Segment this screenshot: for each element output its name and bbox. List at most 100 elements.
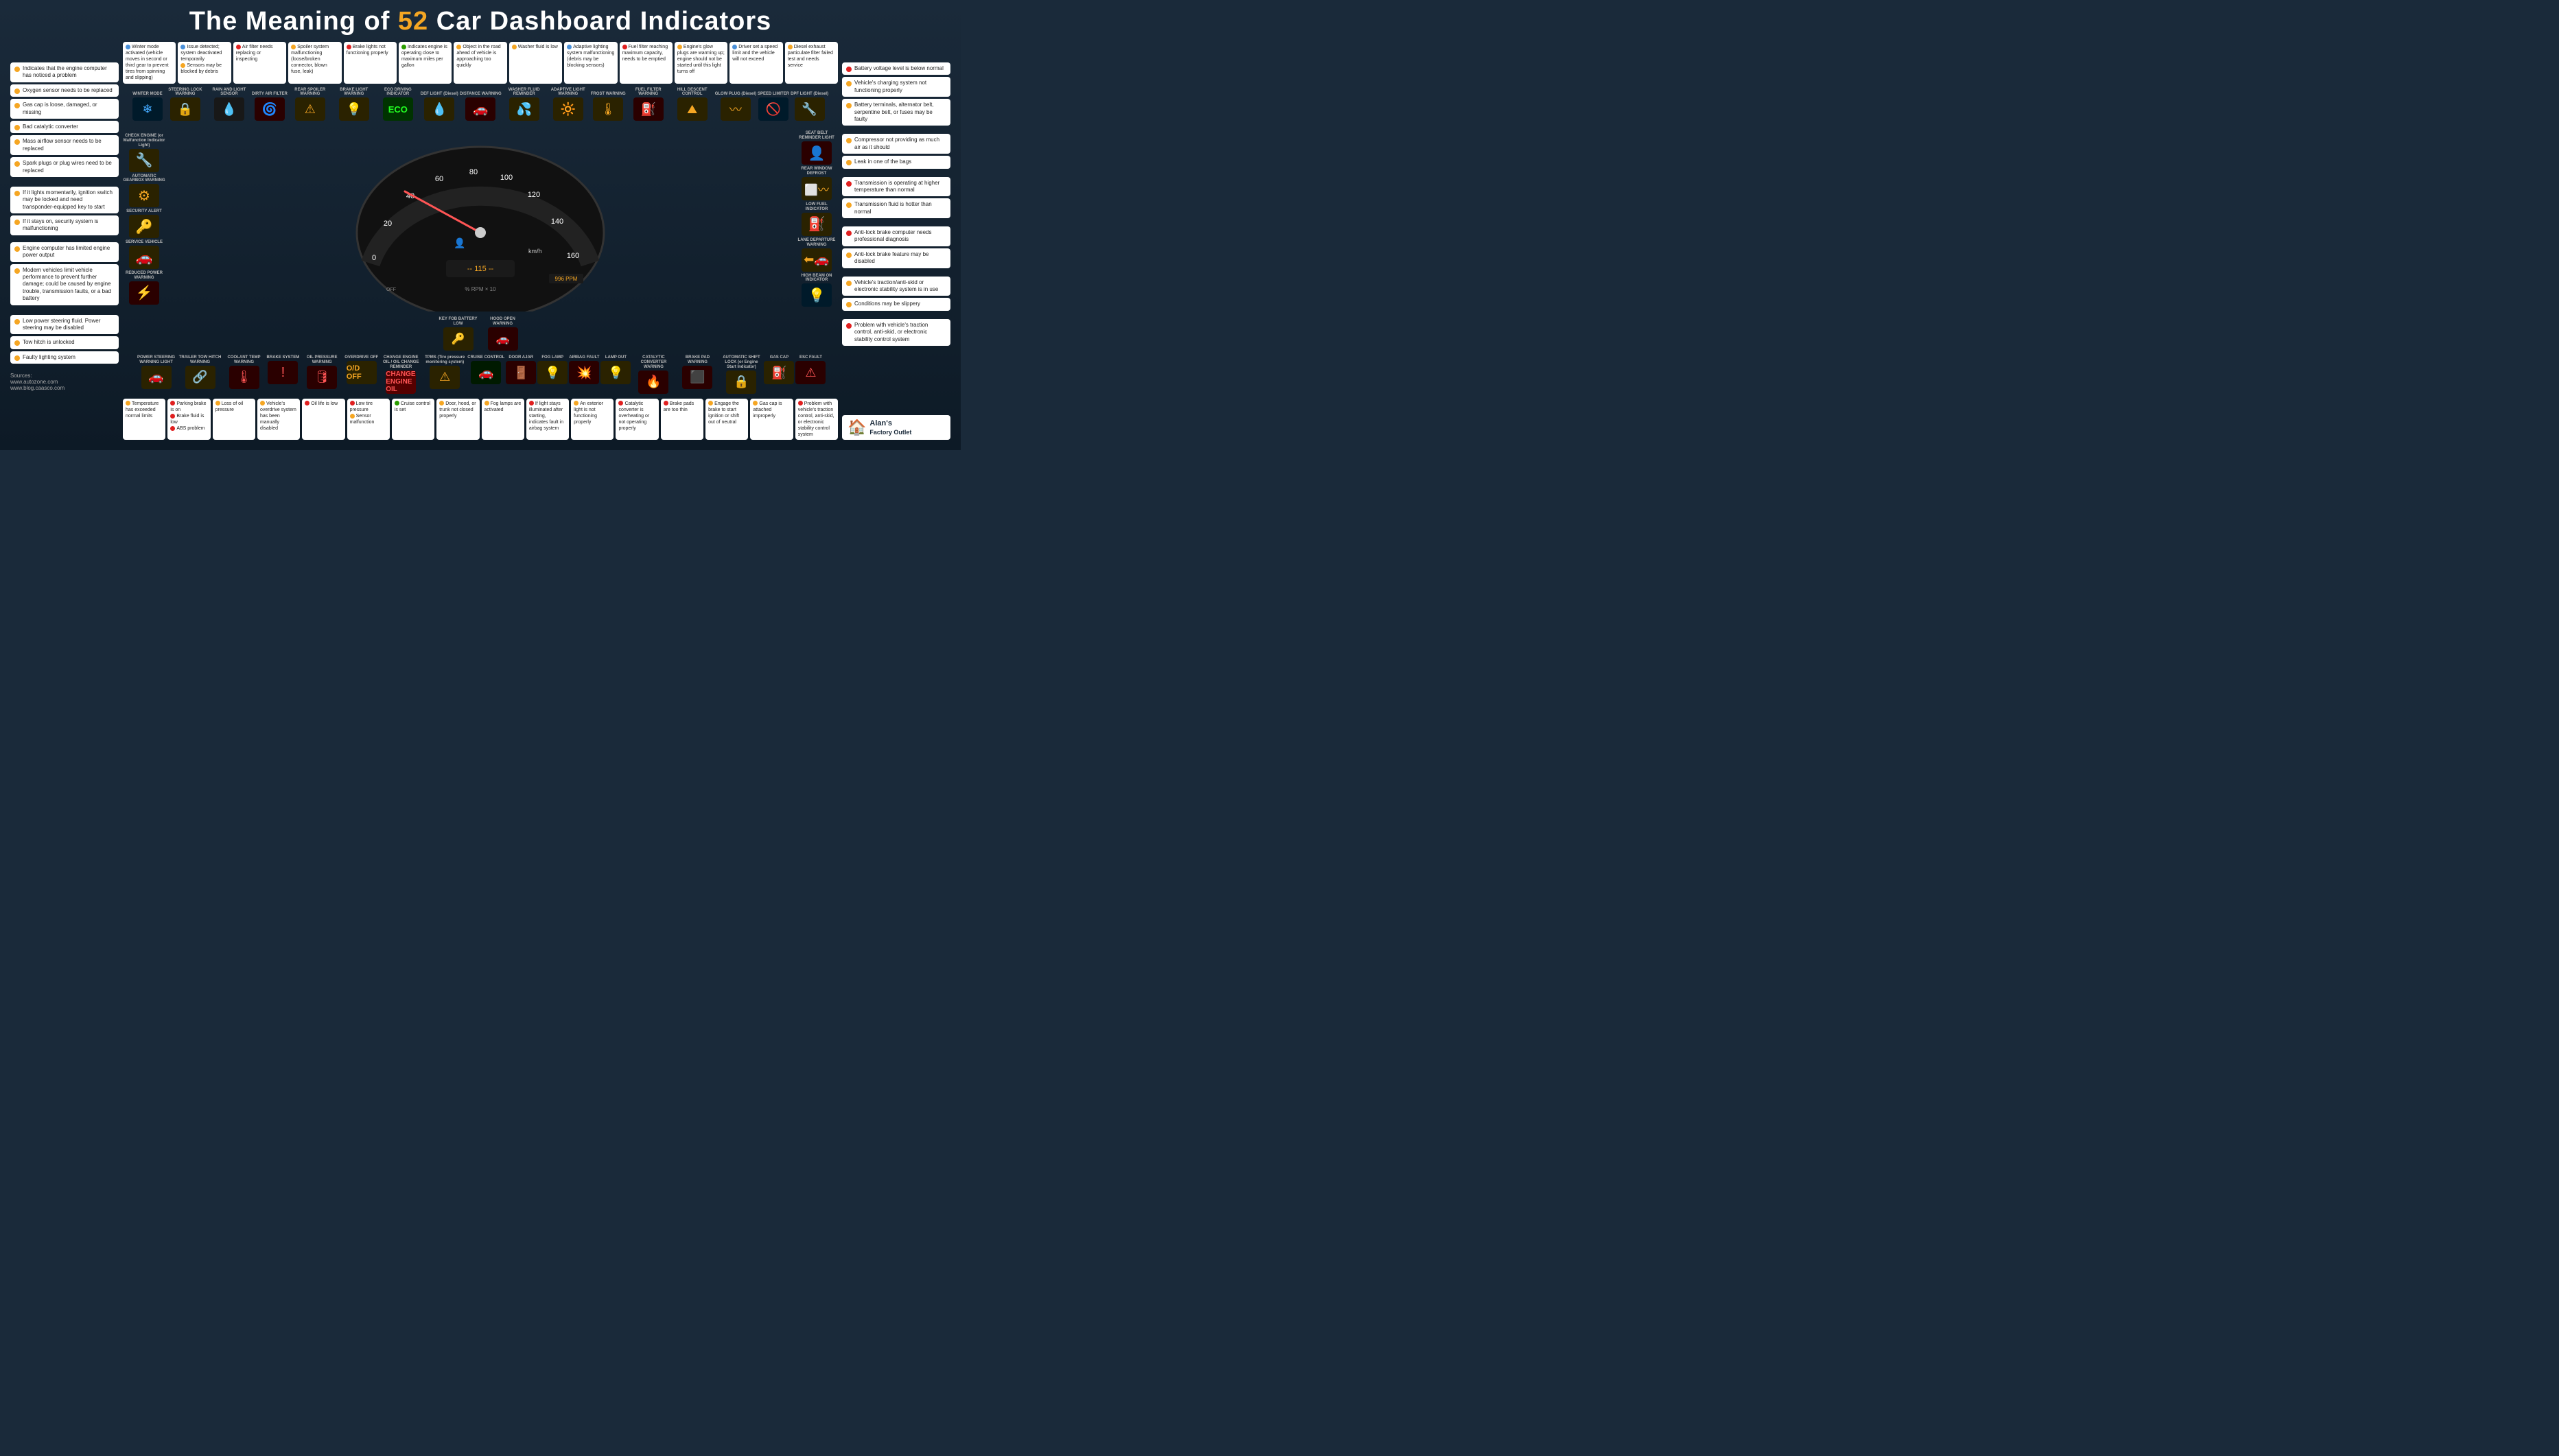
icon-seat-belt: SEAT BELT REMINDER LIGHT 👤 (795, 131, 838, 165)
icon-winter-mode: WINTER MODE ❄ (132, 92, 163, 121)
icon-rear-spoiler: REAR SPOILER WARNING ⚠ (289, 88, 331, 121)
icon-low-fuel: LOW FUEL INDICATOR ⛽ (795, 202, 838, 236)
svg-text:160: 160 (567, 252, 579, 260)
icon-lane-departure: LANE DEPARTURE WARNING ⬅🚗 (795, 238, 838, 272)
note-brake-pad: Brake pads are too thin (661, 399, 703, 441)
icon-adaptive-light: ADAPTIVE LIGHT WARNING 🔆 (547, 88, 589, 121)
top-icon-row: WINTER MODE ❄ STEERING LOCK WARNING 🔒 RA… (123, 88, 838, 121)
bottom-icon-row: POWER STEERING WARNING LIGHT 🚗 TRAILER T… (123, 355, 838, 394)
note-adaptive: Adaptive lighting system malfunctioning … (564, 42, 617, 84)
svg-text:-- 115 --: -- 115 -- (467, 265, 494, 273)
ann-battery-terminals: Battery terminals, alternator belt, serp… (842, 99, 950, 126)
right-annotations: Battery voltage level is below normal Ve… (842, 42, 950, 440)
center-dashboard: Winter mode activated (vehicle moves in … (123, 42, 838, 440)
icon-high-beam: HIGH BEAM ON INDICATOR 💡 (795, 274, 838, 307)
keyfob-row: KEY FOB BATTERY LOW 🔑 HOOD OPEN WARNING … (123, 317, 838, 351)
ann-esc-problem: Problem with vehicle's traction control,… (842, 319, 950, 346)
ann-ignition: If it lights momentarily, ignition switc… (10, 187, 119, 213)
icon-keyfob: KEY FOB BATTERY LOW 🔑 (437, 317, 480, 351)
ann-abs-feature: Anti-lock brake feature may be disabled (842, 248, 950, 268)
note-airbag: If light stays illuminated after startin… (526, 399, 569, 441)
icon-trailer-tow: TRAILER TOW HITCH WARNING 🔗 (179, 355, 222, 394)
icon-airbag-fault: AIRBAG FAULT 💥 (569, 355, 599, 394)
logo-icon: 🏠 (848, 419, 866, 436)
speedometer-svg: 0 20 40 60 80 100 120 140 160 km/h (350, 126, 611, 312)
ann-tow-hitch: Tow hitch is unlocked (10, 336, 119, 349)
ann-check-engine: Indicates that the engine computer has n… (10, 62, 119, 82)
ann-charging-system: Vehicle's charging system not functionin… (842, 77, 950, 97)
svg-text:100: 100 (500, 174, 513, 182)
ann-power-steering: Low power steering fluid. Power steering… (10, 315, 119, 335)
ann-security-system: If it stays on, security system is malfu… (10, 215, 119, 235)
ann-compressor: Compressor not providing as much air as … (842, 134, 950, 154)
icon-auto-shift-lock: AUTOMATIC SHIFT LOCK (or Engine Start In… (720, 355, 762, 394)
note-esc: Problem with vehicle's traction control,… (795, 399, 838, 441)
main-container: The Meaning of 52 Car Dashboard Indicato… (0, 0, 961, 450)
icon-cruise-control: CRUISE CONTROL 🚗 (467, 355, 504, 394)
svg-text:60: 60 (435, 175, 443, 183)
icon-washer-fluid: WASHER FLUID REMINDER 💦 (503, 88, 546, 121)
note-washer: Washer fluid is low (509, 42, 562, 84)
icon-security-alert: SECURITY ALERT 🔑 (123, 209, 165, 238)
note-cruise: Cruise control is set (392, 399, 434, 441)
svg-text:km/h: km/h (528, 248, 542, 255)
icon-esc-fault: ESC FAULT ⚠ (795, 355, 826, 394)
icon-brake-pad: BRAKE PAD WARNING ⬛ (676, 355, 718, 394)
icon-gas-cap: GAS CAP ⛽ (764, 355, 794, 394)
note-distance: Object in the road ahead of vehicle is a… (454, 42, 506, 84)
icon-glow-plug: GLOW PLUG (Diesel) 〰 (715, 92, 756, 121)
icon-lamp-out: LAMP OUT 💡 (600, 355, 631, 394)
note-brake-light: Brake lights not functioning properly (344, 42, 397, 84)
svg-text:996 PPM: 996 PPM (555, 276, 578, 282)
note-airfilter: Air filter needs replacing or inspecting (233, 42, 286, 84)
ann-spark-plugs: Spark plugs or plug wires need to be rep… (10, 157, 119, 177)
svg-text:20: 20 (384, 220, 392, 228)
note-glow-plug: Engine's glow plugs are warming up; engi… (675, 42, 727, 84)
note-speed-limiter: Driver set a speed limit and the vehicle… (729, 42, 782, 84)
note-spoiler: Spoiler system malfunctioning (loose/bro… (288, 42, 341, 84)
icon-eco: ECO DRIVING INDICATOR ECO (377, 88, 419, 121)
page-title: The Meaning of 52 Car Dashboard Indicato… (10, 7, 950, 36)
logo-text: Alan's Factory Outlet (869, 419, 911, 436)
icon-oil-pressure: OIL PRESSURE WARNING 🛢 (301, 355, 343, 394)
icon-brake-system: BRAKE SYSTEM ! (267, 355, 300, 394)
icon-dirty-air: DIRTY AIR FILTER 🌀 (252, 92, 288, 121)
icon-tpms: TPMS (Tire pressure monitoring system) ⚠ (423, 355, 466, 394)
left-annotations: Indicates that the engine computer has n… (10, 42, 119, 440)
note-dpf: Diesel exhaust particulate filter failed… (785, 42, 838, 84)
svg-text:120: 120 (528, 191, 540, 199)
icon-catalytic-converter: CATALYTIC CONVERTER WARNING 🔥 (632, 355, 675, 394)
ann-abs-computer: Anti-lock brake computer needs professio… (842, 226, 950, 246)
bottom-notes-row: Temperature has exceeded normal limits P… (123, 399, 838, 441)
icon-steering-lock: STEERING LOCK WARNING 🔒 (164, 88, 207, 121)
icon-door-ajar: DOOR AJAR 🚪 (506, 355, 536, 394)
note-fuel-filter: Fuel filter reaching maximum capacity, n… (620, 42, 673, 84)
ann-transmission-fluid-hot: Transmission fluid is hotter than normal (842, 198, 950, 218)
icon-frost: FROST WARNING 🌡 (591, 92, 626, 121)
ann-gas-cap: Gas cap is loose, damaged, or missing (10, 99, 119, 119)
icon-hood-open: HOOD OPEN WARNING 🚗 (482, 317, 524, 351)
speedometer-area: 0 20 40 60 80 100 120 140 160 km/h (168, 126, 793, 312)
left-mid-icons: CHECK ENGINE (or Malfunction Indicator L… (123, 134, 165, 305)
icon-change-oil: CHANGE ENGINE OIL / OIL CHANGE REMINDER … (379, 355, 422, 394)
ann-catalytic: Bad catalytic converter (10, 121, 119, 133)
note-door: Door, hood, or trunk not closed properly (436, 399, 479, 441)
icon-check-engine: CHECK ENGINE (or Malfunction Indicator L… (123, 134, 165, 172)
note-eco: Indicates engine is operating close to m… (399, 42, 452, 84)
note-parking-brake: Parking brake is on Brake fluid is low A… (167, 399, 210, 441)
icon-overdrive-off: OVERDRIVE OFF O/D OFF (344, 355, 378, 394)
ann-air-bag-leak: Leak in one of the bags (842, 156, 950, 168)
icon-power-steering: POWER STEERING WARNING LIGHT 🚗 (135, 355, 178, 394)
ann-lighting-system: Faulty lighting system (10, 351, 119, 364)
svg-text:OFF: OFF (386, 287, 396, 292)
icon-speed-limiter: SPEED LIMITER 🚫 (758, 92, 789, 121)
icon-auto-gearbox: AUTOMATIC GEARBOX WARNING ⚙ (123, 174, 165, 208)
ann-oxygen-sensor: Oxygen sensor needs to be replaced (10, 84, 119, 97)
note-overdrive: Vehicle's overdrive system has been manu… (257, 399, 300, 441)
icon-fog-lamp: FOG LAMP 💡 (537, 355, 568, 394)
icon-hill-descent: HILL DESCENT CONTROL ⛰ (671, 88, 714, 121)
svg-text:👤: 👤 (454, 237, 465, 249)
icon-dpf: DPF LIGHT (Diesel) 🔧 (791, 92, 828, 121)
note-catalytic: Catalytic converter is overheating or no… (616, 399, 658, 441)
icon-rain-light: RAIN AND LIGHT SENSOR 💧 (208, 88, 250, 121)
